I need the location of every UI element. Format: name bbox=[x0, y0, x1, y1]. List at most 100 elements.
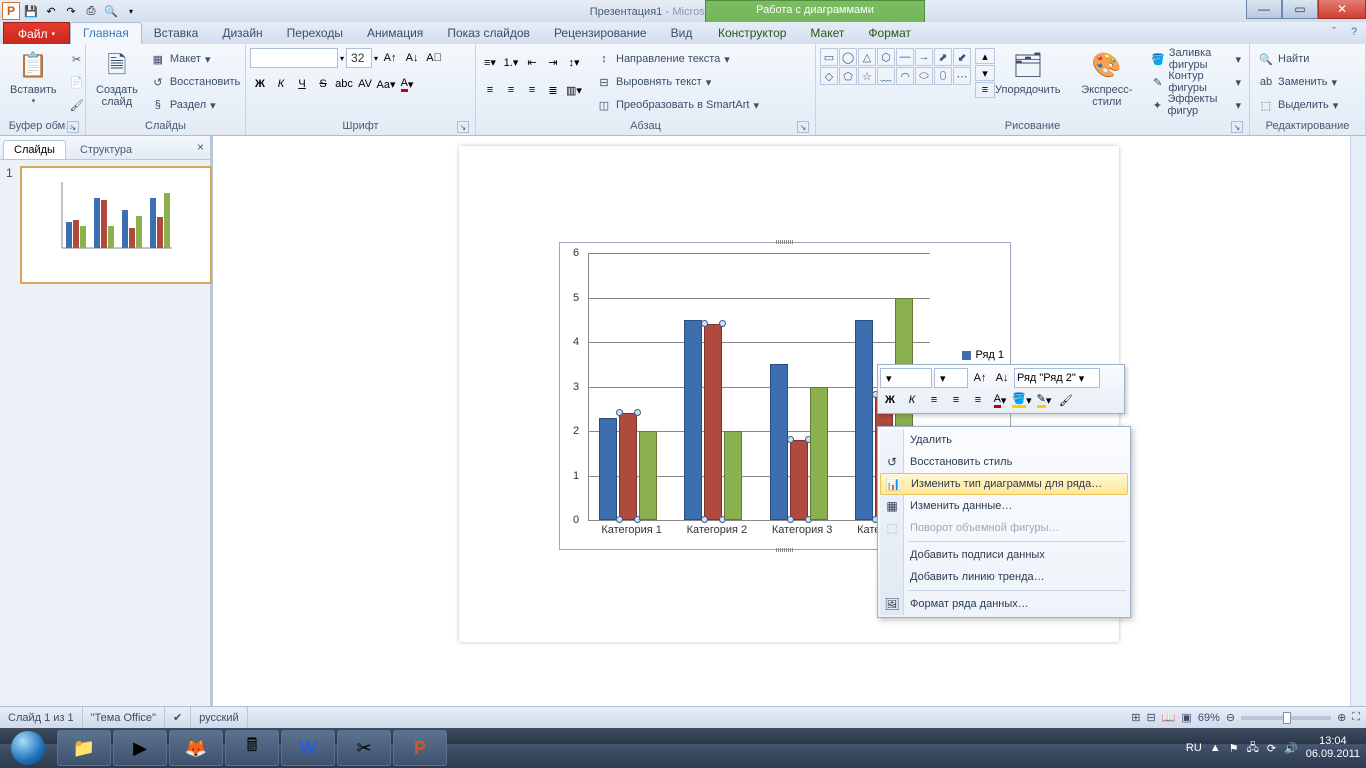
ctx-format-series[interactable]: 🖼Формат ряда данных… bbox=[880, 593, 1128, 615]
minimize-button[interactable]: — bbox=[1246, 0, 1282, 19]
help-icon[interactable]: ? bbox=[1346, 24, 1362, 40]
ctx-edit-data[interactable]: ▦Изменить данные… bbox=[880, 495, 1128, 517]
view-sorter-icon[interactable]: ⊟ bbox=[1147, 711, 1156, 724]
mini-font-color-button[interactable]: A▾ bbox=[990, 390, 1010, 410]
mini-size-combo[interactable]: ▾ bbox=[934, 368, 968, 388]
strike-button[interactable]: S bbox=[313, 74, 333, 94]
font-size-combo[interactable]: 32 bbox=[346, 48, 372, 68]
dialog-launcher-icon[interactable]: ↘ bbox=[67, 121, 79, 133]
taskbar-firefox[interactable]: 🦊 bbox=[169, 730, 223, 766]
taskbar-snip[interactable]: ✂ bbox=[337, 730, 391, 766]
tab-chart-design[interactable]: Конструктор bbox=[706, 22, 798, 44]
underline-button[interactable]: Ч bbox=[292, 74, 312, 94]
linespacing-button[interactable]: ↕▾ bbox=[564, 52, 584, 72]
ribbon-minimize-icon[interactable]: ˇ bbox=[1326, 24, 1342, 40]
section-button[interactable]: §Раздел ▾ bbox=[146, 94, 244, 116]
font-color-button[interactable]: A▾ bbox=[397, 74, 417, 94]
shape-fill-button[interactable]: 🪣Заливка фигуры ▾ bbox=[1147, 48, 1245, 70]
align-text-button[interactable]: ⊟Выровнять текст ▾ bbox=[592, 71, 763, 93]
dialog-launcher-icon[interactable]: ↘ bbox=[457, 121, 469, 133]
ctx-trendline[interactable]: Добавить линию тренда… bbox=[880, 566, 1128, 588]
align-center-button[interactable]: ≡ bbox=[501, 80, 521, 100]
smartart-button[interactable]: ◫Преобразовать в SmartArt ▾ bbox=[592, 94, 763, 116]
redo-icon[interactable]: ↷ bbox=[62, 2, 80, 20]
mini-series-combo[interactable]: Ряд "Ряд 2" ▾ bbox=[1014, 368, 1100, 388]
replace-button[interactable]: abЗаменить ▾ bbox=[1254, 71, 1342, 93]
zoom-slider[interactable] bbox=[1241, 716, 1331, 720]
panel-tab-outline[interactable]: Структура bbox=[69, 140, 143, 159]
status-language[interactable]: русский bbox=[191, 707, 247, 728]
ctx-reset-style[interactable]: ↺Восстановить стиль bbox=[880, 451, 1128, 473]
ctx-change-chart-type[interactable]: 📊Изменить тип диаграммы для ряда… bbox=[880, 473, 1128, 495]
shapes-gallery[interactable]: ▭◯△⬡—→⬈⬋ ◇⬠☆﹏◠⬭⬯⋯ bbox=[820, 48, 971, 85]
mini-outline-button[interactable]: ✎▾ bbox=[1034, 390, 1054, 410]
undo-icon[interactable]: ↶ bbox=[42, 2, 60, 20]
file-tab[interactable]: Файл bbox=[3, 22, 70, 44]
mini-format-painter-icon[interactable]: 🖌 bbox=[1056, 390, 1076, 410]
panel-close-icon[interactable]: × bbox=[197, 140, 204, 154]
panel-tab-slides[interactable]: Слайды bbox=[3, 140, 66, 159]
qat-more-icon[interactable]: ▾ bbox=[122, 2, 140, 20]
tab-view[interactable]: Вид bbox=[659, 22, 705, 44]
case-button[interactable]: Aa▾ bbox=[376, 74, 396, 94]
ctx-data-labels[interactable]: Добавить подписи данных bbox=[880, 544, 1128, 566]
align-left-button[interactable]: ≡ bbox=[480, 80, 500, 100]
font-name-combo[interactable] bbox=[250, 48, 338, 68]
quick-styles-button[interactable]: 🎨Экспресс-стили bbox=[1068, 48, 1145, 110]
vertical-scrollbar[interactable] bbox=[1350, 136, 1366, 728]
preview-icon[interactable]: 🔍 bbox=[102, 2, 120, 20]
mini-fill-button[interactable]: 🪣▾ bbox=[1012, 390, 1032, 410]
tab-chart-format[interactable]: Формат bbox=[856, 22, 923, 44]
justify-button[interactable]: ≣ bbox=[543, 80, 563, 100]
print-icon[interactable]: ⎙ bbox=[82, 2, 100, 20]
layout-button[interactable]: ▦Макет ▾ bbox=[146, 48, 244, 70]
mini-align-right-button[interactable]: ≡ bbox=[968, 390, 988, 410]
grow-font-icon[interactable]: A↑ bbox=[380, 48, 400, 68]
zoom-percent[interactable]: 69% bbox=[1198, 712, 1220, 724]
tab-review[interactable]: Рецензирование bbox=[542, 22, 659, 44]
spacing-button[interactable]: AV bbox=[355, 74, 375, 94]
tray-update-icon[interactable]: ⟳ bbox=[1267, 742, 1276, 755]
bold-button[interactable]: Ж bbox=[250, 74, 270, 94]
view-slideshow-icon[interactable]: ▣ bbox=[1181, 711, 1191, 724]
align-right-button[interactable]: ≡ bbox=[522, 80, 542, 100]
bullets-button[interactable]: ≡▾ bbox=[480, 52, 500, 72]
mini-shrink-font-icon[interactable]: A↓ bbox=[992, 368, 1012, 388]
zoom-out-button[interactable]: ⊖ bbox=[1226, 711, 1235, 724]
dialog-launcher-icon[interactable]: ↘ bbox=[797, 121, 809, 133]
tray-network-icon[interactable]: 🖧 bbox=[1247, 739, 1259, 758]
tab-design[interactable]: Дизайн bbox=[210, 22, 274, 44]
taskbar-word[interactable]: W bbox=[281, 730, 335, 766]
clear-format-icon[interactable]: A⃠ bbox=[424, 48, 444, 68]
numbering-button[interactable]: 1.▾ bbox=[501, 52, 521, 72]
arrange-button[interactable]: 🗂Упорядочить bbox=[989, 48, 1066, 98]
mini-align-center-button[interactable]: ≡ bbox=[946, 390, 966, 410]
fit-to-window-icon[interactable]: ⛶ bbox=[1352, 711, 1360, 724]
tray-clock[interactable]: 13:0406.09.2011 bbox=[1306, 735, 1360, 760]
shape-outline-button[interactable]: ✎Контур фигуры ▾ bbox=[1147, 71, 1245, 93]
shape-effects-button[interactable]: ✦Эффекты фигур ▾ bbox=[1147, 94, 1245, 116]
shadow-button[interactable]: abc bbox=[334, 74, 354, 94]
paste-button[interactable]: 📋Вставить▾ bbox=[4, 48, 63, 108]
slide-editor[interactable]: 0123456Категория 1Категория 2Категория 3… bbox=[212, 136, 1366, 728]
tab-insert[interactable]: Вставка bbox=[142, 22, 211, 44]
taskbar-calc[interactable]: 🖩 bbox=[225, 730, 279, 766]
tray-volume-icon[interactable]: 🔊 bbox=[1284, 742, 1298, 755]
taskbar-explorer[interactable]: 📁 bbox=[57, 730, 111, 766]
mini-grow-font-icon[interactable]: A↑ bbox=[970, 368, 990, 388]
indent-button[interactable]: ⇥ bbox=[543, 52, 563, 72]
text-direction-button[interactable]: ↕Направление текста ▾ bbox=[592, 48, 763, 70]
maximize-button[interactable]: ▭ bbox=[1282, 0, 1318, 19]
shrink-font-icon[interactable]: A↓ bbox=[402, 48, 422, 68]
find-button[interactable]: 🔍Найти bbox=[1254, 48, 1342, 70]
tray-lang[interactable]: RU bbox=[1186, 742, 1202, 754]
select-button[interactable]: ⬚Выделить ▾ bbox=[1254, 94, 1342, 116]
mini-align-left-button[interactable]: ≡ bbox=[924, 390, 944, 410]
columns-button[interactable]: ▥▾ bbox=[564, 80, 584, 100]
taskbar-powerpoint[interactable]: P bbox=[393, 730, 447, 766]
italic-button[interactable]: К bbox=[271, 74, 291, 94]
tab-transitions[interactable]: Переходы bbox=[275, 22, 355, 44]
new-slide-button[interactable]: 🗎Создать слайд bbox=[90, 48, 144, 110]
view-reading-icon[interactable]: 📖 bbox=[1162, 711, 1176, 724]
tray-action-icon[interactable]: ⚑ bbox=[1229, 742, 1239, 755]
